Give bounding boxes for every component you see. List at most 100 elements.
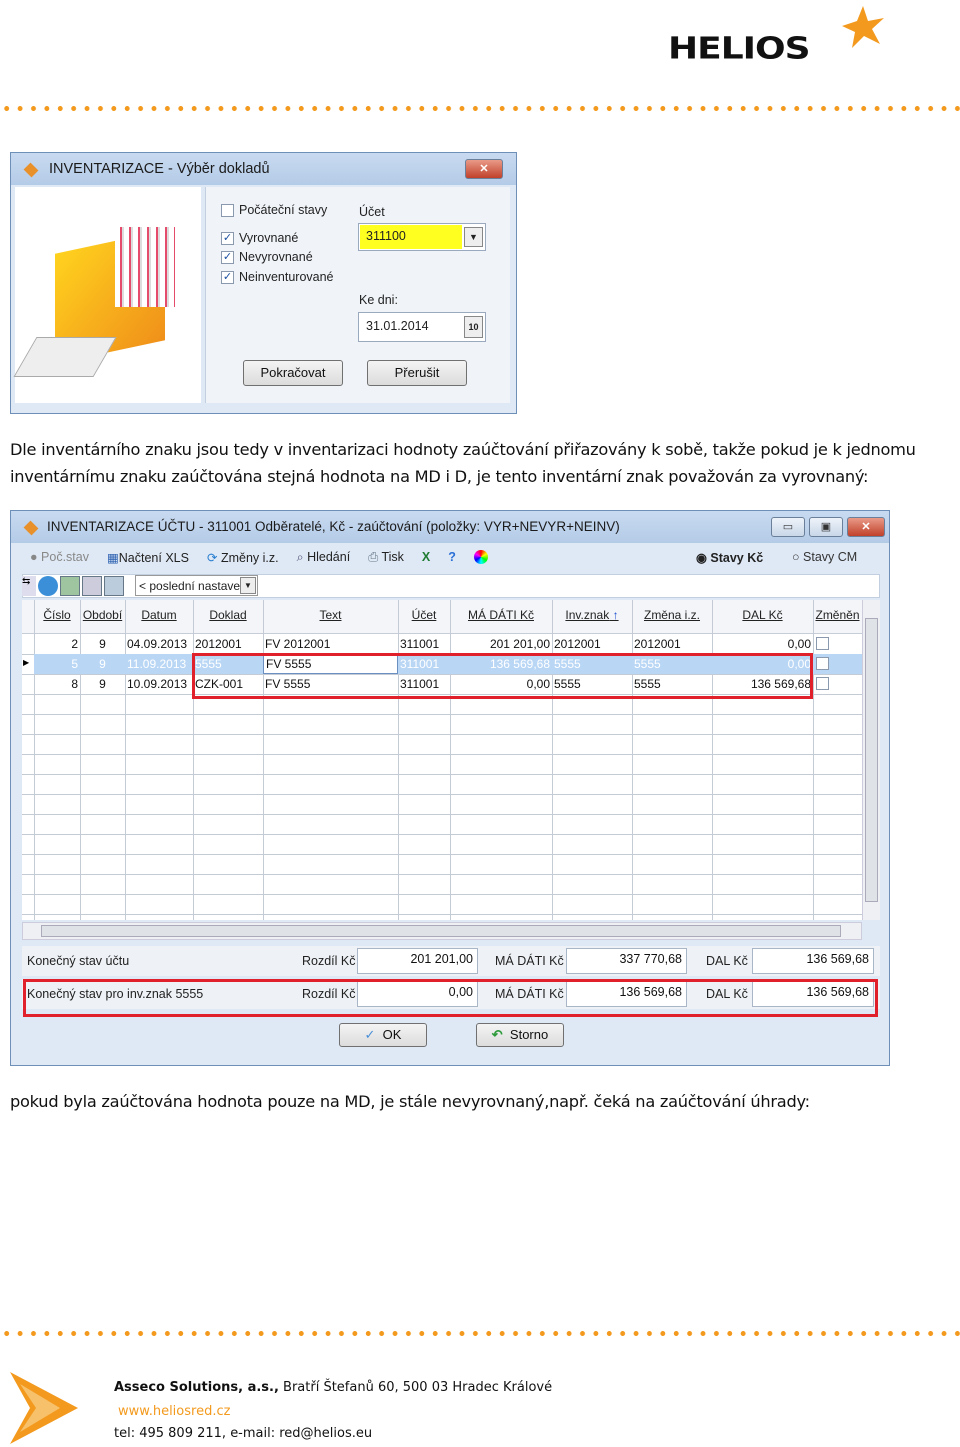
cell: FV 2012001 — [265, 637, 331, 651]
column-header[interactable]: Datum — [125, 608, 193, 622]
ucet-select[interactable]: 311100 ▼ — [358, 223, 486, 251]
printer-icon: ⎙ — [368, 550, 379, 564]
dal-label: DAL Kč — [706, 954, 748, 968]
row-divider — [22, 814, 862, 815]
check-icon: ✓ — [364, 1027, 376, 1042]
horizontal-scrollbar[interactable] — [22, 922, 862, 940]
sort-ascending-icon: ↑ — [609, 608, 619, 622]
column-header[interactable]: Inv.znak ↑ — [552, 608, 632, 622]
asseco-logo-icon — [10, 1372, 78, 1444]
changed-checkbox[interactable] — [816, 637, 829, 650]
chevron-down-icon[interactable]: ▼ — [464, 227, 483, 247]
paragraph-2: pokud byla zaúčtována hodnota pouze na M… — [10, 1092, 810, 1111]
cell: 0,00 — [787, 637, 811, 651]
ucet-value: 311100 — [360, 225, 462, 249]
column-header[interactable]: Číslo — [34, 608, 80, 622]
column-header[interactable]: Změna i.z. — [632, 608, 712, 622]
continue-button[interactable]: Pokračovat — [243, 360, 343, 386]
column-header[interactable]: Období — [80, 608, 125, 622]
row-indicator-icon: ▶ — [23, 658, 30, 667]
footer-contact: tel: 495 809 211, e-mail: red@helios.eu — [114, 1426, 373, 1441]
close-button[interactable]: ✕ — [847, 517, 885, 537]
ucet-label: Účet — [359, 205, 385, 219]
table-icon[interactable] — [60, 576, 80, 596]
printer-icon[interactable] — [104, 576, 124, 596]
row-divider — [22, 794, 862, 795]
refresh-icon: ⟳ — [206, 551, 218, 565]
close-button[interactable]: ✕ — [465, 159, 503, 179]
highlight-rows — [192, 653, 813, 699]
checkbox-vyrovnane[interactable]: ✓ Vyrovnané — [221, 231, 298, 246]
inventory-selection-dialog: INVENTARIZACE - Výběr dokladů ✕ Počátečn… — [10, 152, 517, 414]
cell: 5 — [71, 657, 78, 671]
ok-button[interactable]: ✓ OK — [339, 1023, 427, 1047]
refresh-icon[interactable] — [38, 576, 58, 596]
calendar-icon[interactable]: 10 — [464, 316, 483, 338]
changed-checkbox[interactable] — [816, 677, 829, 690]
checkbox-nevyrovnane[interactable]: ✓ Nevyrovnané — [221, 250, 313, 265]
highlight-summary — [23, 979, 878, 1017]
undo-icon: ↶ — [491, 1027, 503, 1042]
cell: 2012001 — [554, 637, 601, 651]
grid-toolbar-icons[interactable]: ⇆ — [22, 576, 132, 596]
row-divider — [22, 834, 862, 835]
dialog-title: INVENTARIZACE - Výběr dokladů — [11, 153, 516, 185]
divider-bottom — [0, 1331, 960, 1336]
row-divider — [22, 894, 862, 895]
chart-icon: ▦ — [106, 551, 119, 565]
rozdil-field: 201 201,00 — [357, 948, 478, 974]
grid-header: Číslo Období Datum Doklad Text Účet MÁ DÁTI Kč… — [22, 600, 862, 634]
minimize-button[interactable]: ▭ — [771, 517, 805, 537]
cell: 9 — [99, 637, 106, 651]
date-label: Ke dni: — [359, 293, 398, 307]
column-header[interactable]: Doklad — [193, 608, 263, 622]
zmeny-iz-button[interactable]: ⟳ Změny i.z. — [207, 550, 279, 565]
cell: 2012001 — [634, 637, 681, 651]
star-icon — [842, 6, 884, 48]
footer-web-link[interactable]: www.heliosred.cz — [118, 1404, 230, 1419]
cell: 9 — [99, 677, 106, 691]
summary-label: Konečný stav účtu — [27, 954, 130, 968]
md-field: 337 770,68 — [566, 948, 687, 974]
cell: 8 — [71, 677, 78, 691]
column-header[interactable]: Účet — [398, 608, 450, 622]
chevron-down-icon[interactable]: ▼ — [240, 577, 256, 594]
collapse-icon[interactable]: ⇆ — [22, 576, 36, 596]
window-title: INVENTARIZACE ÚČTU - 311001 Odběratelé, … — [11, 511, 889, 543]
cell: 201 201,00 — [489, 637, 550, 651]
radio-stavy-cm[interactable]: ○ Stavy CM — [792, 550, 857, 564]
dal-field: 136 569,68 — [752, 948, 874, 974]
changed-checkbox[interactable] — [816, 657, 829, 670]
tisk-button[interactable]: ⎙ Tisk — [368, 550, 404, 565]
row-divider — [22, 734, 862, 735]
row-divider — [22, 774, 862, 775]
row-divider — [22, 874, 862, 875]
footer-address: Asseco Solutions, a.s., Bratří Štefanů 6… — [114, 1380, 553, 1395]
hledani-button[interactable]: ⌕ Hledání — [297, 550, 351, 565]
date-input[interactable]: 31.01.2014 10 — [358, 312, 486, 342]
color-wheel-icon[interactable] — [473, 550, 488, 564]
column-header[interactable]: Změněn — [813, 608, 862, 622]
column-header[interactable]: Text — [263, 608, 398, 622]
helios-logo: HELIOS — [668, 4, 888, 66]
divider-top — [0, 106, 960, 111]
filter-select[interactable]: < poslední nastave ▼ — [135, 575, 258, 596]
vertical-scrollbar[interactable] — [862, 600, 880, 920]
cell: 10.09.2013 — [127, 677, 188, 691]
poc-stav-button[interactable]: ● Poč.stav — [30, 550, 89, 565]
column-header[interactable]: DAL Kč — [712, 608, 813, 622]
cell: 2 — [71, 637, 78, 651]
checkbox-pocatecni-stavy[interactable]: Počáteční stavy — [221, 203, 327, 218]
cancel-button[interactable]: Přerušit — [367, 360, 467, 386]
row-divider — [22, 714, 862, 715]
checkbox-neinventurovane[interactable]: ✓ Neinventurované — [221, 270, 334, 285]
nacteni-xls-button[interactable]: ▦Načtení XLS — [107, 550, 189, 565]
radio-stavy-kc[interactable]: ◉ Stavy Kč — [696, 550, 763, 565]
tools-icon[interactable] — [82, 576, 102, 596]
column-header[interactable]: MÁ DÁTI Kč — [450, 608, 552, 622]
excel-icon[interactable]: X — [422, 550, 430, 565]
cell: 311001 — [400, 637, 440, 651]
maximize-button[interactable]: ▣ — [809, 517, 843, 537]
storno-button[interactable]: ↶ Storno — [476, 1023, 564, 1047]
help-icon[interactable]: ? — [448, 550, 456, 565]
